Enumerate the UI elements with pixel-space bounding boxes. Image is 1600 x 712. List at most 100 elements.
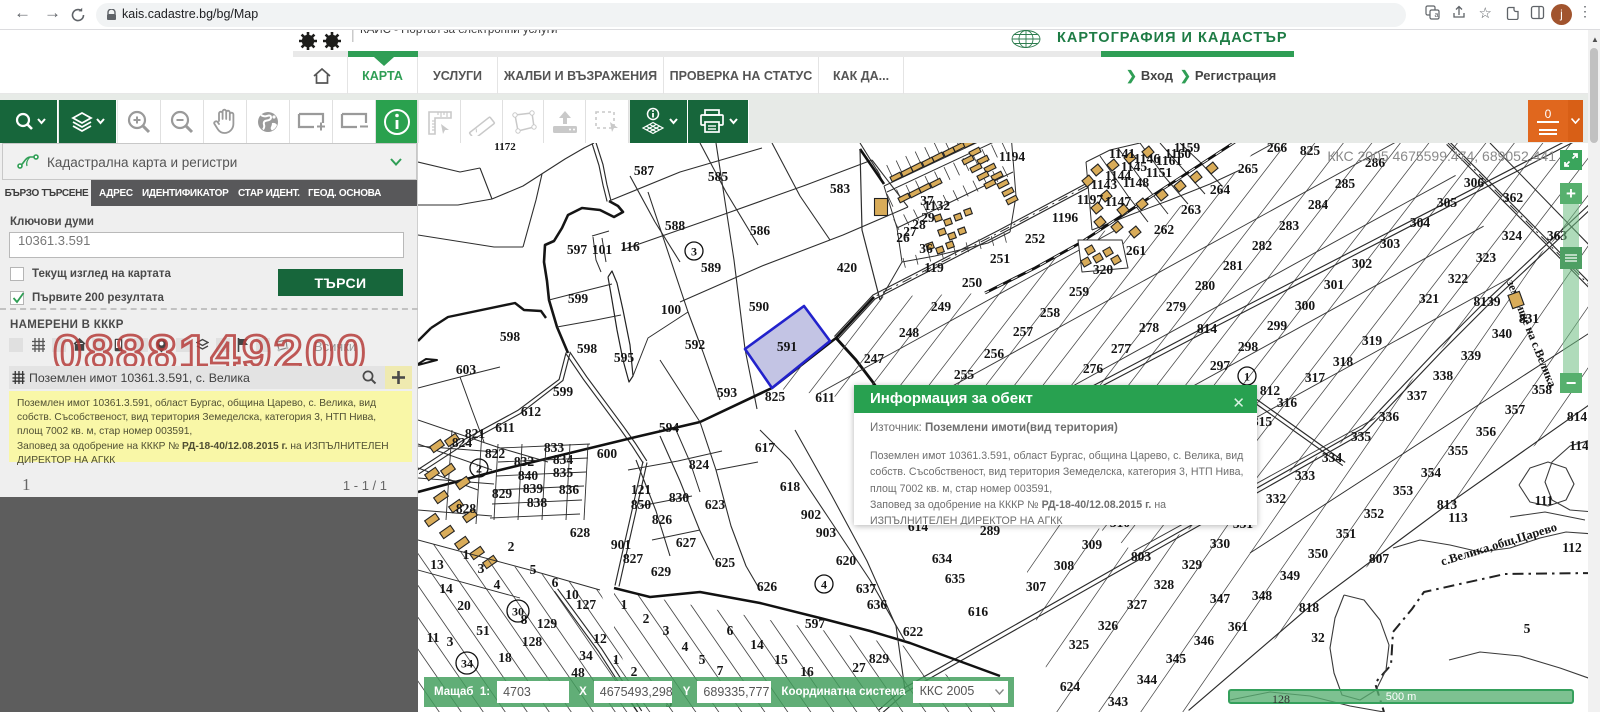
svg-text:101: 101 [592,242,613,257]
svg-text:629: 629 [651,564,672,579]
svg-text:814: 814 [1567,409,1588,424]
svg-text:626: 626 [757,579,778,594]
svg-text:352: 352 [1364,506,1385,521]
svg-text:354: 354 [1421,465,1442,480]
svg-text:301: 301 [1324,277,1345,292]
svg-text:592: 592 [685,337,706,352]
svg-text:1194: 1194 [999,149,1026,164]
svg-text:128: 128 [522,634,543,649]
svg-text:262: 262 [1154,222,1175,237]
svg-text:277: 277 [1111,341,1132,356]
svg-text:825: 825 [1300,143,1321,158]
svg-text:247: 247 [864,351,885,366]
svg-text:285: 285 [1335,176,1356,191]
svg-text:302: 302 [1352,256,1373,271]
svg-text:599: 599 [553,384,574,399]
svg-text:283: 283 [1279,218,1300,233]
svg-text:116: 116 [620,239,640,254]
svg-text:284: 284 [1308,197,1329,212]
svg-text:329: 329 [1182,557,1203,572]
svg-text:282: 282 [1252,238,1273,253]
svg-text:1: 1 [463,547,470,562]
svg-text:588: 588 [665,218,686,233]
svg-text:839: 839 [523,481,544,496]
svg-text:814: 814 [1197,321,1218,336]
svg-text:14: 14 [750,637,764,652]
svg-text:357: 357 [1505,402,1526,417]
svg-text:323: 323 [1476,250,1497,265]
svg-text:358: 358 [1532,382,1553,397]
svg-text:266: 266 [1267,143,1288,155]
svg-text:129: 129 [537,616,558,631]
svg-text:597: 597 [805,616,826,631]
svg-text:12: 12 [593,631,607,646]
svg-text:836: 836 [559,482,580,497]
svg-text:362: 362 [1503,190,1524,205]
svg-text:600: 600 [597,446,618,461]
svg-text:319: 319 [1362,333,1383,348]
svg-text:326: 326 [1098,618,1119,633]
svg-text:818: 818 [1299,600,1320,615]
svg-text:259: 259 [1069,284,1090,299]
svg-text:261: 261 [1126,243,1147,258]
svg-text:1151: 1151 [1146,165,1173,180]
svg-text:307: 307 [1026,579,1047,594]
svg-text:113: 113 [1448,510,1468,525]
svg-text:15: 15 [774,652,788,667]
svg-text:824: 824 [452,435,473,450]
svg-text:599: 599 [568,291,589,306]
svg-text:826: 826 [652,512,673,527]
svg-text:597: 597 [567,242,588,257]
svg-text:420: 420 [837,260,858,275]
svg-text:248: 248 [899,325,920,340]
svg-text:8139: 8139 [1474,294,1501,309]
svg-text:349: 349 [1280,568,1301,583]
svg-text:299: 299 [1267,318,1288,333]
svg-text:598: 598 [577,341,598,356]
svg-text:346: 346 [1194,633,1215,648]
svg-text:616: 616 [968,604,989,619]
svg-text:111: 111 [1535,493,1554,508]
svg-text:278: 278 [1139,320,1160,335]
svg-text:822: 822 [485,446,506,461]
svg-text:625: 625 [715,555,736,570]
svg-text:591: 591 [777,339,798,354]
svg-text:356: 356 [1476,424,1497,439]
svg-text:30: 30 [512,605,524,619]
svg-text:829: 829 [492,486,513,501]
svg-text:827: 827 [623,551,644,566]
svg-text:32: 32 [1311,630,1325,645]
svg-text:2: 2 [643,611,650,626]
svg-text:303: 303 [1380,236,1401,251]
svg-text:361: 361 [1228,619,1249,634]
svg-text:5: 5 [530,562,537,577]
svg-text:807: 807 [1369,551,1390,566]
svg-text:297: 297 [1210,358,1231,373]
svg-text:637: 637 [856,581,877,596]
svg-text:322: 322 [1448,271,1469,286]
svg-text:321: 321 [1419,291,1440,306]
svg-text:903: 903 [816,525,837,540]
svg-text:121: 121 [631,482,652,497]
svg-text:119: 119 [924,260,944,275]
svg-text:831: 831 [1519,311,1540,326]
svg-text:627: 627 [676,535,697,550]
svg-text:832: 832 [514,454,535,469]
svg-text:622: 622 [903,624,924,639]
svg-text:623: 623 [705,497,726,512]
svg-text:1143: 1143 [1091,177,1118,192]
svg-text:325: 325 [1069,637,1090,652]
svg-text:336: 336 [1379,409,1400,424]
svg-text:4: 4 [821,578,827,592]
svg-text:338: 338 [1433,368,1454,383]
svg-text:1197: 1197 [1077,192,1104,207]
svg-text:51: 51 [476,623,490,638]
svg-text:347: 347 [1210,591,1231,606]
svg-text:34: 34 [579,648,593,663]
svg-text:344: 344 [1137,672,1158,687]
svg-text:838: 838 [527,495,548,510]
svg-text:2: 2 [508,539,515,554]
svg-text:333: 333 [1295,468,1316,483]
svg-text:ККС 2005 4675599.474, 689052.4: ККС 2005 4675599.474, 689052.441 [1327,148,1556,164]
svg-text:5: 5 [699,652,706,667]
